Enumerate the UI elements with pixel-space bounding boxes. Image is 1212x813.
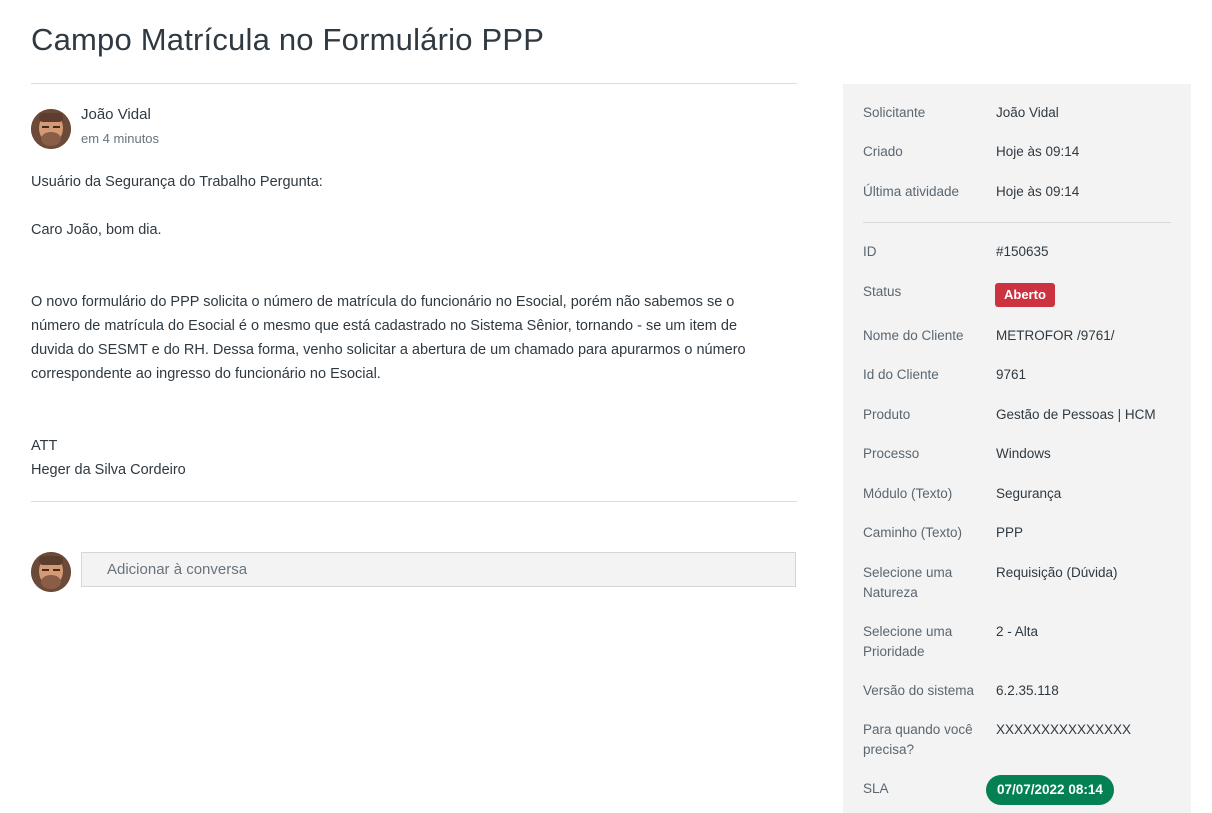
requester-label: Solicitante [863, 105, 926, 120]
comment-paragraph: ATT [31, 438, 58, 454]
client-id-value: 9761 [996, 367, 1027, 382]
version-value: 6.2.35.118 [996, 683, 1059, 698]
process-value: Windows [996, 446, 1051, 461]
reply-placeholder: Adicionar à conversa [107, 561, 248, 578]
client-name-value: METROFOR /9761/ [996, 328, 1115, 343]
add-to-conversation-input[interactable]: Adicionar à conversa [81, 552, 796, 587]
id-label: ID [863, 244, 877, 259]
process-label: Processo [863, 446, 920, 461]
comment-divider [31, 501, 797, 502]
sla-label: SLA [863, 781, 889, 796]
last-activity-value: Hoje às 09:14 [996, 184, 1080, 199]
status-label: Status [863, 284, 902, 299]
status-badge: Aberto [995, 283, 1055, 307]
sla-badge: 07/07/2022 08:14 [986, 775, 1114, 805]
id-value: #150635 [996, 244, 1049, 259]
module-value: Segurança [996, 486, 1062, 501]
page-title: Campo Matrícula no Formulário PPP [31, 22, 545, 57]
priority-value: 2 - Alta [996, 624, 1039, 639]
author-avatar[interactable] [31, 109, 71, 149]
comment-paragraph: Caro João, bom dia. [31, 222, 162, 238]
nature-value: Requisição (Dúvida) [996, 565, 1118, 580]
ticket-details-sidebar: Solicitante João Vidal Criado Hoje às 09… [843, 84, 1191, 813]
needed-by-label: Para quando você precisa? [863, 722, 973, 757]
comment-author-name[interactable]: João Vidal [81, 106, 151, 123]
nature-label: Selecione uma Natureza [863, 565, 953, 600]
created-label: Criado [863, 144, 903, 159]
created-value: Hoje às 09:14 [996, 144, 1080, 159]
client-id-label: Id do Cliente [863, 367, 939, 382]
product-value: Gestão de Pessoas | HCM [996, 407, 1156, 422]
module-label: Módulo (Texto) [863, 486, 953, 501]
sidebar-divider [863, 222, 1171, 223]
version-label: Versão do sistema [863, 683, 975, 698]
needed-by-value: XXXXXXXXXXXXXXX [996, 722, 1132, 737]
path-value: PPP [996, 525, 1024, 540]
path-label: Caminho (Texto) [863, 525, 963, 540]
title-divider [31, 83, 797, 84]
avatar-image [31, 552, 71, 592]
comment-paragraph: Usuário da Segurança do Trabalho Pergunt… [31, 174, 323, 190]
last-activity-label: Última atividade [863, 184, 960, 199]
ticket-page: Campo Matrícula no Formulário PPP João V… [0, 0, 1212, 813]
comment-timestamp: em 4 minutos [81, 131, 160, 146]
priority-label: Selecione uma Prioridade [863, 624, 953, 659]
avatar-image [31, 109, 71, 149]
client-name-label: Nome do Cliente [863, 328, 964, 343]
comment-signature: Heger da Silva Cordeiro [31, 462, 186, 478]
product-label: Produto [863, 407, 911, 422]
requester-value: João Vidal [996, 105, 1059, 120]
current-user-avatar [31, 552, 71, 592]
comment-paragraph: O novo formulário do PPP solicita o núme… [31, 294, 746, 382]
